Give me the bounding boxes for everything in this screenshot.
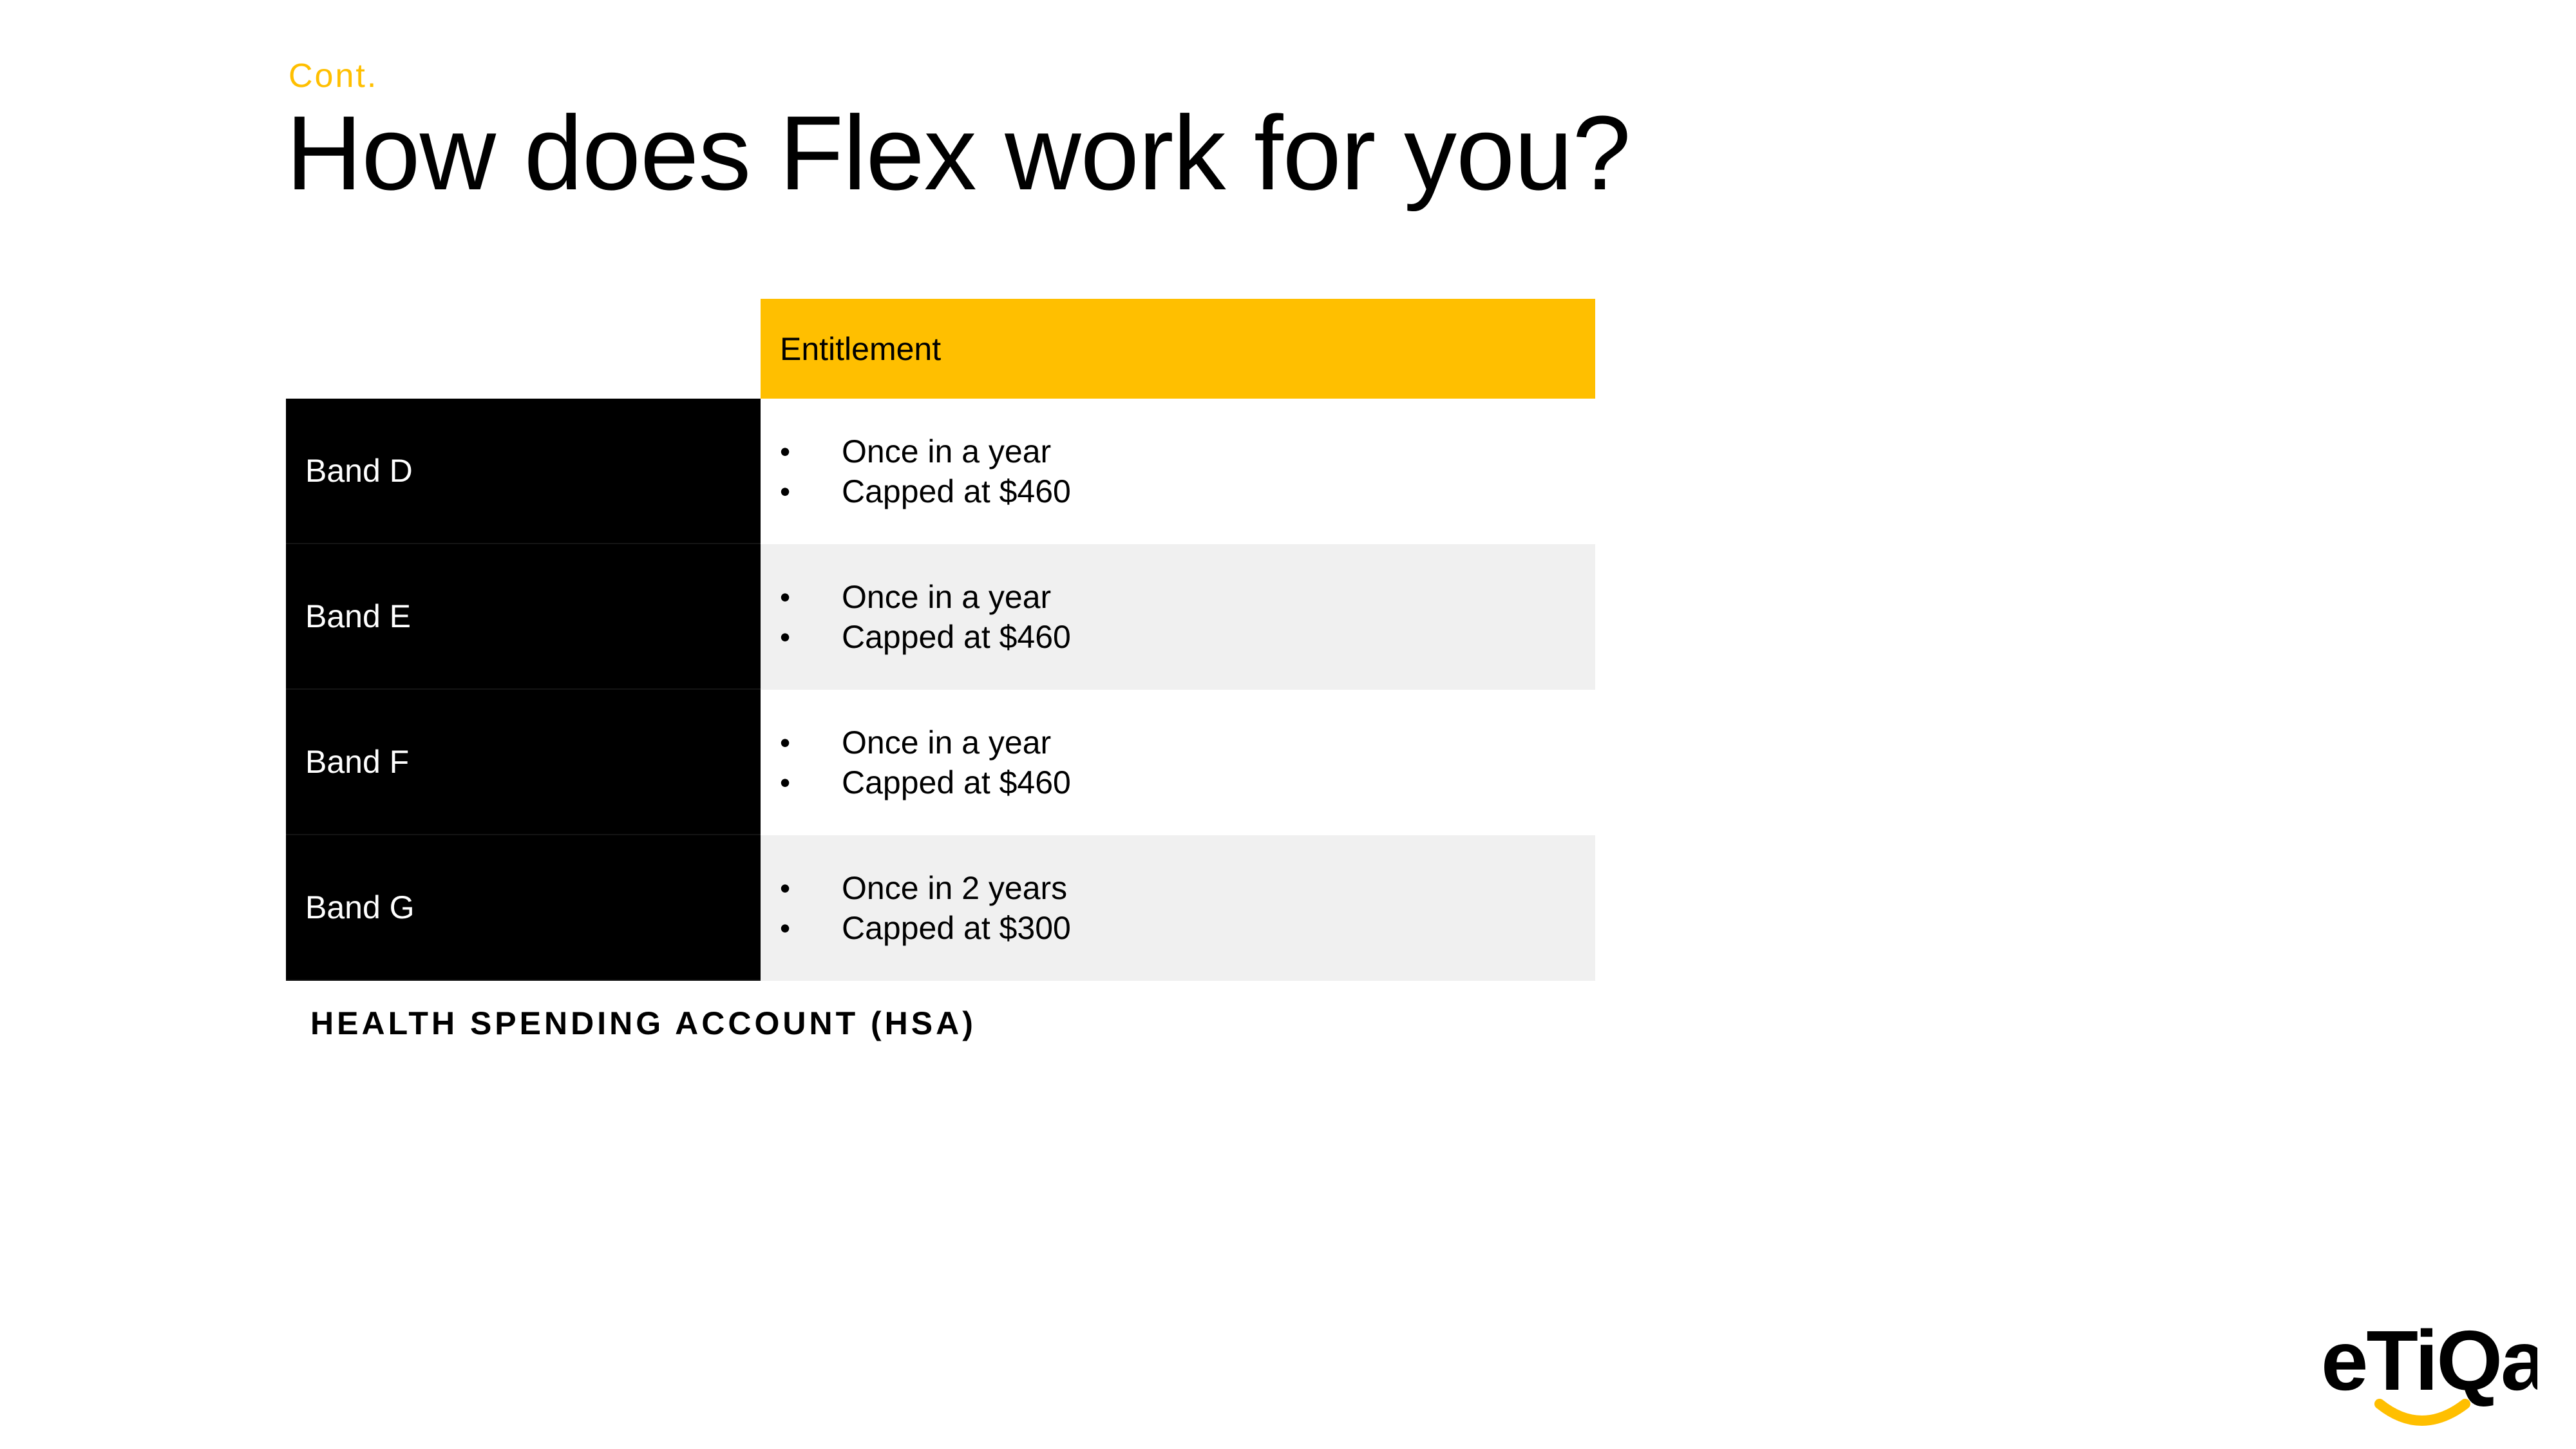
bullet-icon: • (780, 475, 791, 508)
bullet-text: Once in 2 years (842, 870, 1068, 906)
band-label: Band E (286, 544, 761, 690)
bullet-text: Capped at $460 (842, 764, 1071, 800)
bullet-item: • Once in a year (780, 577, 1595, 617)
bullet-icon: • (780, 726, 791, 759)
bullet-icon: • (780, 911, 791, 945)
bullet-text: Capped at $460 (842, 619, 1071, 655)
table-row-band-d: Band D • Once in a year • Capped at $460 (286, 399, 1595, 544)
entitlement-header: Entitlement (761, 299, 1595, 399)
section-label: HEALTH SPENDING ACCOUNT (HSA) (310, 1005, 976, 1041)
slide-subtitle: Cont. (289, 57, 379, 95)
slide-title: How does Flex work for you? (286, 94, 1631, 212)
bullet-item: • Once in a year (780, 431, 1595, 471)
table-row-band-g: Band G • Once in 2 years • Capped at $30… (286, 835, 1595, 981)
bullet-item: • Capped at $300 (780, 908, 1595, 948)
bullet-icon: • (780, 766, 791, 799)
bullet-text: Once in a year (842, 579, 1052, 615)
bullet-item: • Capped at $460 (780, 471, 1595, 511)
bullet-item: • Capped at $460 (780, 762, 1595, 802)
svg-text:eTiQa: eTiQa (2321, 1314, 2537, 1408)
bullet-item: • Once in a year (780, 723, 1595, 762)
band-label: Band D (286, 399, 761, 544)
entitlement-cell: • Once in 2 years • Capped at $300 (761, 835, 1595, 981)
bullet-icon: • (780, 435, 791, 468)
entitlement-cell: • Once in a year • Capped at $460 (761, 399, 1595, 544)
bullet-item: • Once in 2 years (780, 868, 1595, 908)
bullet-text: Capped at $460 (842, 473, 1071, 509)
table-row-band-f: Band F • Once in a year • Capped at $460 (286, 690, 1595, 835)
band-label: Band F (286, 690, 761, 835)
table-row-band-e: Band E • Once in a year • Capped at $460 (286, 544, 1595, 690)
bullet-icon: • (780, 580, 791, 614)
entitlement-cell: • Once in a year • Capped at $460 (761, 690, 1595, 835)
bullet-icon: • (780, 871, 791, 905)
bullet-text: Capped at $300 (842, 910, 1071, 946)
bullet-icon: • (780, 620, 791, 654)
band-label: Band G (286, 835, 761, 981)
entitlement-cell: • Once in a year • Capped at $460 (761, 544, 1595, 690)
bullet-item: • Capped at $460 (780, 617, 1595, 657)
bullet-text: Once in a year (842, 433, 1052, 469)
bullet-text: Once in a year (842, 724, 1052, 761)
etiqa-logo-icon: eTiQa (2318, 1313, 2551, 1443)
